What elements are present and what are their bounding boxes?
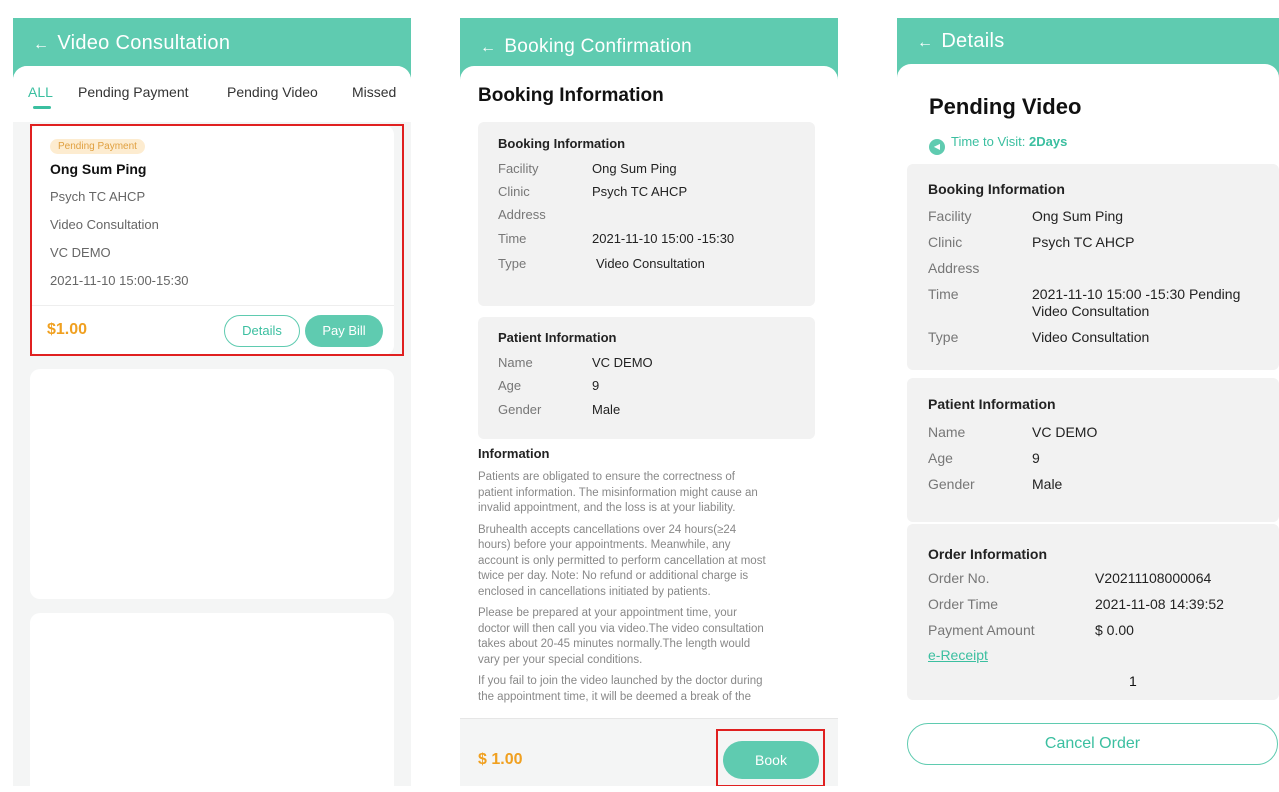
patient-info-title: Patient Information: [928, 396, 1056, 412]
time-value: 2021-11-10 15:00 -15:30 Pending: [1032, 286, 1241, 302]
type-label: Type: [498, 256, 527, 271]
age-value: 9: [592, 378, 600, 393]
booking-info-box: Booking Information Facility Ong Sum Pin…: [907, 164, 1279, 370]
gender-label: Gender: [928, 476, 975, 492]
facility-label: Facility: [928, 208, 972, 224]
header-title-row: ← Booking Confirmation: [480, 36, 692, 58]
gender-value: Male: [1032, 476, 1063, 492]
back-arrow-icon[interactable]: ←: [480, 39, 496, 56]
highlight-box: [716, 729, 825, 786]
info-line: Patients are obligated to ensure the cor…: [478, 471, 735, 483]
tab-pending-payment[interactable]: Pending Payment: [78, 84, 189, 100]
patient-info-title: Patient Information: [498, 330, 617, 345]
visit-countdown: ◀ Time to Visit: 2Days: [929, 134, 1067, 155]
facility-label: Facility: [498, 161, 539, 176]
tab-pending-video[interactable]: Pending Video: [227, 84, 318, 100]
information-text: Patients are obligated to ensure the cor…: [478, 470, 828, 705]
time-label: Time: [498, 231, 527, 246]
tab-all[interactable]: ALL: [28, 84, 53, 100]
empty-card: [30, 369, 394, 599]
age-label: Age: [928, 450, 953, 466]
address-label: Address: [498, 207, 546, 222]
screen-booking-confirmation: ← Booking Confirmation Booking Informatio…: [460, 18, 838, 786]
clinic-label: Clinic: [928, 234, 963, 250]
info-line: doctor will then call you via video.The …: [478, 622, 764, 635]
info-line: invalid appointment, and the loss is at …: [478, 502, 736, 514]
age-value: 9: [1032, 450, 1040, 466]
highlight-box: [30, 124, 404, 356]
order-time-label: Order Time: [928, 596, 999, 612]
clinic-value: Psych TC AHCP: [592, 184, 688, 199]
status-heading: Pending Video: [929, 94, 1082, 119]
payment-amount-label: Payment Amount: [928, 622, 1035, 638]
cancel-order-button[interactable]: Cancel Order: [907, 723, 1278, 765]
info-line: takes about 20-45 minutes normally.The l…: [478, 638, 751, 650]
info-line: If you fail to join the video launched b…: [478, 675, 763, 687]
type-value: Video Consultation: [596, 256, 705, 271]
address-label: Address: [928, 260, 980, 276]
payment-amount-value: $ 0.00: [1095, 622, 1134, 638]
booking-info-title: Booking Information: [498, 136, 626, 151]
gender-value: Male: [592, 402, 621, 417]
order-info-box: Order Information Order No. V20211108000…: [907, 524, 1279, 700]
time-label: Time: [928, 286, 959, 302]
info-line: Please be prepared at your appointment t…: [478, 607, 737, 619]
order-time-value: 2021-11-08 14:39:52: [1095, 596, 1224, 612]
page-title: Booking Confirmation: [504, 36, 692, 57]
info-line: vary per your special conditions.: [478, 653, 643, 666]
tab-bar: ALL Pending Payment Pending Video Missed: [13, 66, 411, 122]
order-info-title: Order Information: [928, 546, 1048, 562]
order-no-value: V20211108000064: [1095, 570, 1212, 586]
page-title: Video Consultation: [57, 32, 231, 54]
bottom-bar: $ 1.00 Book: [460, 718, 838, 786]
facility-value: Ong Sum Ping: [1032, 208, 1124, 224]
back-arrow-icon[interactable]: ←: [33, 36, 49, 53]
name-value: VC DEMO: [1032, 424, 1098, 440]
clinic-value: Psych TC AHCP: [1032, 234, 1135, 250]
content-panel: Pending Video ◀ Time to Visit: 2Days Book…: [897, 64, 1279, 786]
clinic-label: Clinic: [498, 184, 530, 199]
e-receipt-link[interactable]: e-Receipt: [928, 647, 988, 663]
screen-details: ← Details Pending Video ◀ Time to Visit: 2…: [897, 18, 1279, 786]
information-title: Information: [478, 446, 550, 461]
screen-video-consultation: ← Video Consultation ALL Pending Payment …: [13, 18, 411, 786]
patient-info-box: Patient Information Name VC DEMO Age 9 G…: [907, 378, 1279, 522]
age-label: Age: [498, 378, 522, 393]
back-arrow-icon[interactable]: ←: [917, 34, 933, 51]
booking-info-box: Booking Information Facility Ong Sum Pin…: [478, 122, 815, 306]
visit-label: Time to Visit:: [951, 134, 1026, 149]
info-line: patient information. The misinformation …: [478, 486, 758, 499]
page-title: Details: [941, 30, 1005, 52]
patient-info-box: Patient Information Name VC DEMO Age 9 G…: [478, 317, 815, 439]
info-line: Bruhealth accepts cancellations over 24 …: [478, 523, 737, 536]
play-icon: ◀: [929, 139, 945, 155]
header-title-row: ← Video Consultation: [33, 32, 230, 55]
gender-label: Gender: [498, 402, 542, 417]
info-line: hours) before your appointments. Meanwhi…: [478, 539, 731, 551]
name-label: Name: [498, 355, 533, 370]
facility-value: Ong Sum Ping: [592, 161, 677, 176]
content-panel: Booking Information Booking Information …: [460, 66, 838, 786]
visit-value: 2Days: [1029, 134, 1068, 149]
info-line: twice per day. Note: No refund or additi…: [478, 570, 749, 582]
empty-card: [30, 613, 394, 786]
type-value: Video Consultation: [1032, 329, 1150, 345]
name-value: VC DEMO: [592, 355, 653, 370]
info-line: account is only permitted to perform can…: [478, 554, 766, 567]
time-value: 2021-11-10 15:00 -15:30: [592, 231, 735, 246]
total-price: $ 1.00: [478, 751, 523, 768]
name-label: Name: [928, 424, 966, 440]
order-no-label: Order No.: [928, 570, 990, 586]
header-title-row: ← Details: [917, 30, 1005, 53]
booking-info-title: Booking Information: [928, 181, 1065, 197]
info-line: enclosed in cancellations initiated by p…: [478, 585, 711, 598]
tab-all-underline: [33, 106, 51, 109]
time-value-cont: Video Consultation: [1032, 303, 1150, 319]
tab-missed[interactable]: Missed: [352, 84, 396, 100]
annotation-marker: 1: [1129, 673, 1137, 689]
info-line: the appointment time, it will be deemed …: [478, 690, 751, 703]
section-heading: Booking Information: [478, 85, 664, 106]
type-label: Type: [928, 329, 959, 345]
